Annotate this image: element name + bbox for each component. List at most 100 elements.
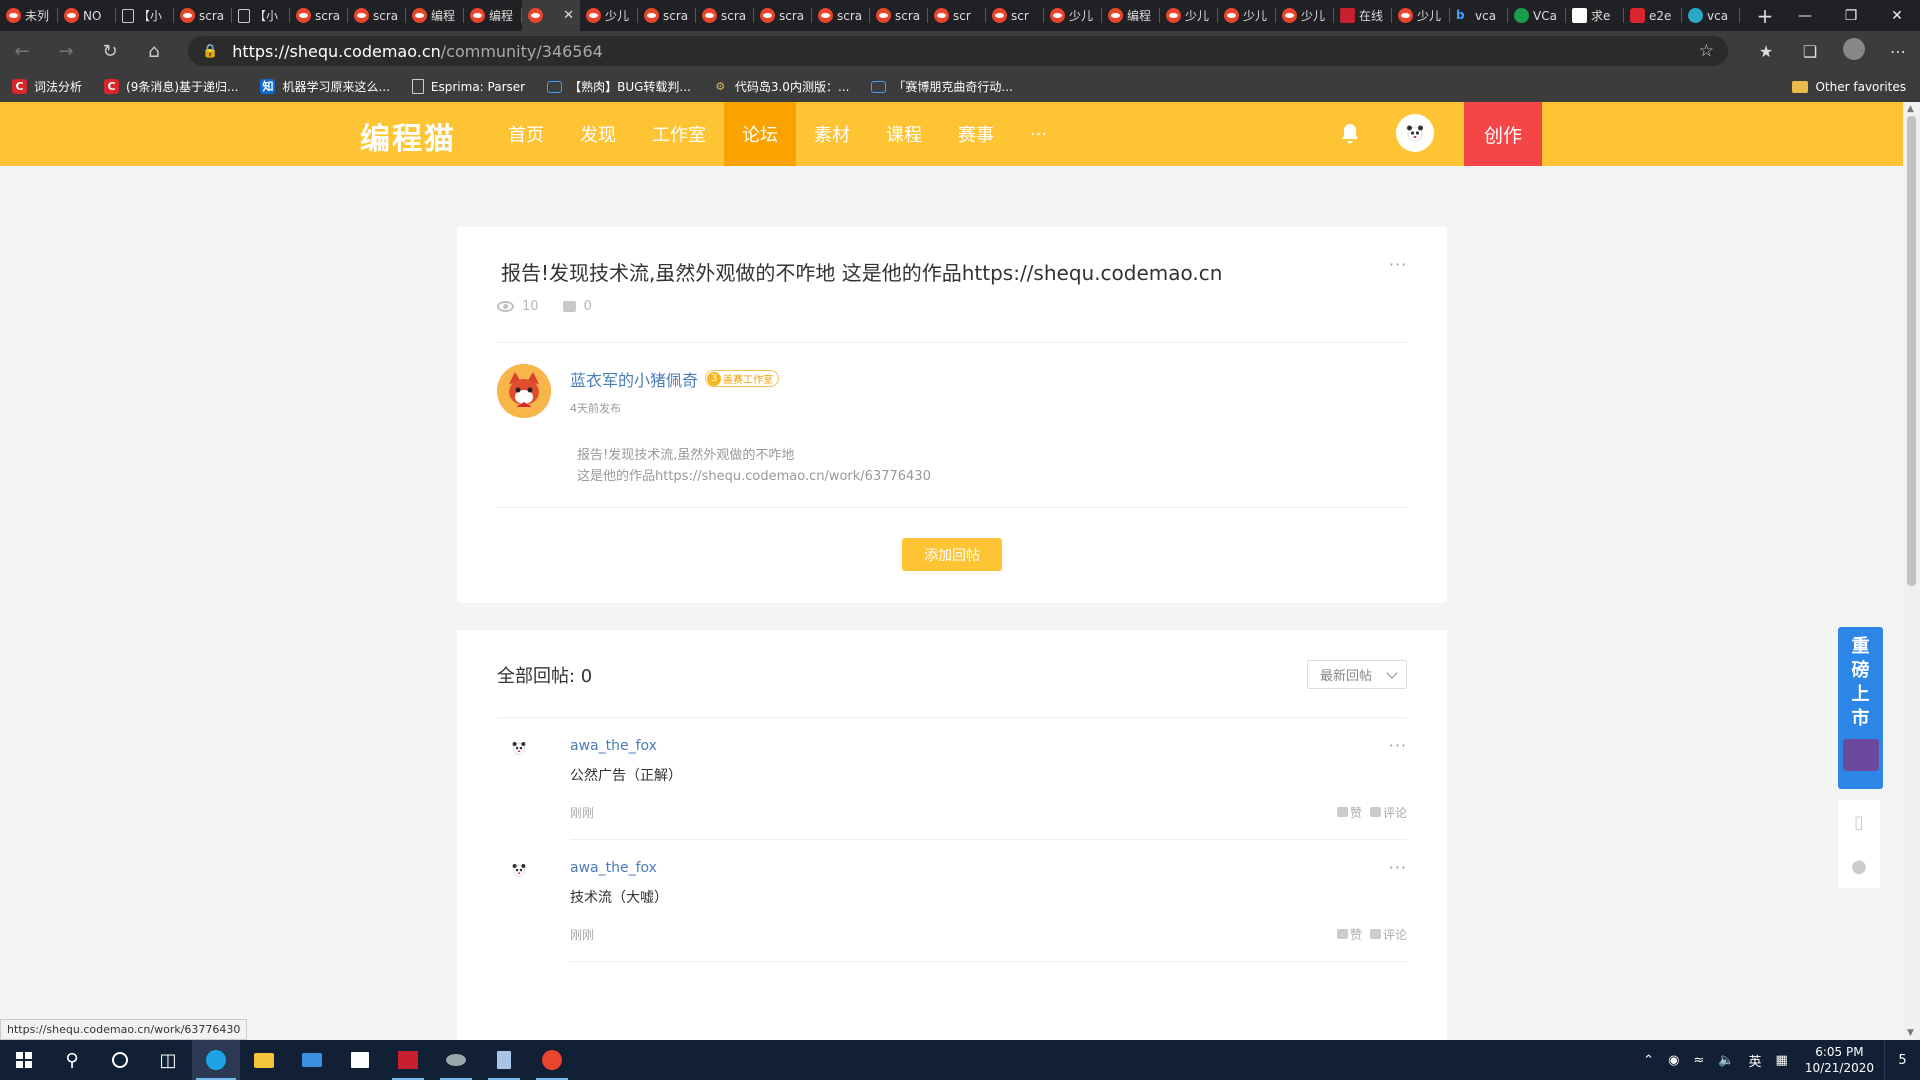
browser-tab[interactable]: 少儿 bbox=[1044, 0, 1102, 31]
other-favorites[interactable]: Other favorites bbox=[1792, 80, 1906, 94]
profile-avatar[interactable] bbox=[1832, 38, 1876, 64]
mail-icon[interactable] bbox=[288, 1040, 336, 1080]
author-name[interactable]: 蓝衣军的小猪佩奇 bbox=[570, 367, 698, 391]
restore-icon[interactable]: ❐ bbox=[1828, 0, 1874, 31]
browser-tab[interactable]: scr bbox=[986, 0, 1044, 31]
scroll-down-icon[interactable]: ▼ bbox=[1907, 1028, 1914, 1038]
codemao-logo[interactable]: 编程猫 bbox=[360, 114, 456, 158]
address-bar[interactable]: 🔒 https://shequ.codemao.cn/community/346… bbox=[188, 36, 1728, 66]
home-icon[interactable]: ⌂ bbox=[132, 31, 176, 71]
qq-icon[interactable]: ● bbox=[1838, 844, 1880, 888]
browser-tab[interactable]: scra bbox=[754, 0, 812, 31]
scroll-up-icon[interactable]: ▲ bbox=[1907, 104, 1914, 114]
browser-tab[interactable]: ✕ bbox=[522, 0, 580, 31]
promo-banner[interactable]: 重 磅 上 市 bbox=[1838, 627, 1883, 789]
favorites-icon[interactable]: ★ bbox=[1744, 42, 1788, 61]
browser-tab[interactable]: NO bbox=[58, 0, 116, 31]
reply-avatar[interactable] bbox=[509, 738, 529, 758]
calculator-icon[interactable] bbox=[480, 1040, 528, 1080]
studio-badge[interactable]: 3 盖赛工作室 bbox=[705, 370, 779, 387]
browser-tab[interactable]: scra bbox=[696, 0, 754, 31]
browser-tab[interactable]: 求e bbox=[1566, 0, 1624, 31]
bell-icon[interactable] bbox=[1338, 122, 1362, 146]
reply-more-icon[interactable]: ··· bbox=[1389, 736, 1407, 755]
bookmark-item[interactable]: 【熟肉】BUG转载判... bbox=[547, 78, 691, 95]
browser-tab[interactable]: scra bbox=[812, 0, 870, 31]
reply-author[interactable]: awa_the_fox bbox=[570, 860, 657, 876]
bookmark-item[interactable]: Esprima: Parser bbox=[411, 78, 525, 95]
refresh-icon[interactable]: ↻ bbox=[88, 31, 132, 71]
nav-item[interactable]: ··· bbox=[1012, 102, 1065, 166]
volume-icon[interactable]: 🔈 bbox=[1711, 1053, 1741, 1068]
reply-author[interactable]: awa_the_fox bbox=[570, 738, 657, 754]
task-view-icon[interactable]: ◫ bbox=[144, 1040, 192, 1080]
browser-tab[interactable]: scra bbox=[870, 0, 928, 31]
nav-item[interactable]: 课程 bbox=[868, 102, 940, 166]
search-icon[interactable]: ⚲ bbox=[48, 1040, 96, 1080]
edge-browser-icon[interactable] bbox=[192, 1040, 240, 1080]
bookmark-item[interactable]: C 词法分析 bbox=[12, 78, 82, 95]
add-reply-button[interactable]: 添加回帖 bbox=[902, 538, 1002, 571]
wifi-icon[interactable]: ≈ bbox=[1686, 1053, 1711, 1068]
browser-tab[interactable]: scra bbox=[290, 0, 348, 31]
bookmark-item[interactable]: ⚙ 代码岛3.0内测版：... bbox=[713, 78, 849, 95]
reply-avatar[interactable] bbox=[509, 860, 529, 880]
browser-tab[interactable]: 少儿 bbox=[1218, 0, 1276, 31]
clock[interactable]: 6:05 PM 10/21/2020 bbox=[1795, 1044, 1884, 1076]
bookmark-item[interactable]: 「赛博朋克曲奇行动... bbox=[871, 78, 1013, 95]
bookmark-item[interactable]: C (9条消息)基于递归... bbox=[104, 78, 238, 95]
browser-tab[interactable]: vca bbox=[1682, 0, 1740, 31]
like-button[interactable]: 赞 bbox=[1336, 926, 1362, 943]
user-avatar[interactable] bbox=[1396, 114, 1434, 152]
file-explorer-icon[interactable] bbox=[240, 1040, 288, 1080]
sort-select[interactable]: 最新回帖 bbox=[1307, 660, 1407, 689]
nav-item[interactable]: 论坛 bbox=[724, 102, 796, 166]
browser-tab[interactable]: scr bbox=[928, 0, 986, 31]
browser-tab[interactable]: scra bbox=[348, 0, 406, 31]
browser-tab[interactable]: 未列 bbox=[0, 0, 58, 31]
notification-icon[interactable]: 5 bbox=[1884, 1040, 1920, 1080]
favorite-star-icon[interactable]: ☆ bbox=[1699, 41, 1714, 61]
page-scrollbar[interactable]: ▲ ▼ bbox=[1903, 102, 1920, 1040]
browser-tab[interactable]: 少儿 bbox=[580, 0, 638, 31]
nav-item[interactable]: 首页 bbox=[490, 102, 562, 166]
create-button[interactable]: 创作 bbox=[1464, 102, 1542, 166]
network-app-icon[interactable]: ◉ bbox=[1661, 1053, 1686, 1068]
browser-tab[interactable]: b vca bbox=[1450, 0, 1508, 31]
start-button[interactable] bbox=[0, 1040, 48, 1080]
ime-indicator[interactable]: 英 bbox=[1742, 1051, 1769, 1070]
back-icon[interactable]: ← bbox=[0, 31, 44, 71]
keyboard-icon[interactable]: ▦ bbox=[1769, 1053, 1795, 1068]
close-tab-icon[interactable]: ✕ bbox=[563, 8, 574, 23]
settings-more-icon[interactable]: ⋯ bbox=[1876, 42, 1920, 61]
browser-tab[interactable]: 少儿 bbox=[1276, 0, 1334, 31]
forward-icon[interactable]: → bbox=[44, 31, 88, 71]
codemao-app-icon[interactable] bbox=[528, 1040, 576, 1080]
store-icon[interactable] bbox=[336, 1040, 384, 1080]
comment-button[interactable]: 评论 bbox=[1369, 926, 1407, 943]
nav-item[interactable]: 素材 bbox=[796, 102, 868, 166]
post-more-icon[interactable]: ··· bbox=[1389, 255, 1407, 274]
comment-button[interactable]: 评论 bbox=[1369, 804, 1407, 821]
bookmark-item[interactable]: 知机器学习原来这么... bbox=[260, 78, 390, 95]
new-tab-button[interactable]: + bbox=[1748, 0, 1782, 31]
cortana-icon[interactable] bbox=[96, 1040, 144, 1080]
close-window-icon[interactable]: ✕ bbox=[1874, 0, 1920, 31]
browser-tab[interactable]: 编程 bbox=[406, 0, 464, 31]
minimize-icon[interactable]: — bbox=[1782, 0, 1828, 31]
nav-item[interactable]: 工作室 bbox=[634, 102, 724, 166]
reply-more-icon[interactable]: ··· bbox=[1389, 858, 1407, 877]
like-button[interactable]: 赞 bbox=[1336, 804, 1362, 821]
browser-tab[interactable]: VCa bbox=[1508, 0, 1566, 31]
browser-tab[interactable]: 在线 bbox=[1334, 0, 1392, 31]
app-icon[interactable] bbox=[432, 1040, 480, 1080]
browser-tab[interactable]: 编程 bbox=[1102, 0, 1160, 31]
browser-tab[interactable]: scra bbox=[638, 0, 696, 31]
tray-chevron-icon[interactable]: ⌃ bbox=[1636, 1053, 1661, 1068]
browser-tab[interactable]: 编程 bbox=[464, 0, 522, 31]
nav-item[interactable]: 赛事 bbox=[940, 102, 1012, 166]
browser-tab[interactable]: e2e bbox=[1624, 0, 1682, 31]
scrollbar-thumb[interactable] bbox=[1907, 116, 1916, 586]
phone-icon[interactable]: ▯ bbox=[1838, 800, 1880, 844]
browser-tab[interactable]: 【小 bbox=[232, 0, 290, 31]
